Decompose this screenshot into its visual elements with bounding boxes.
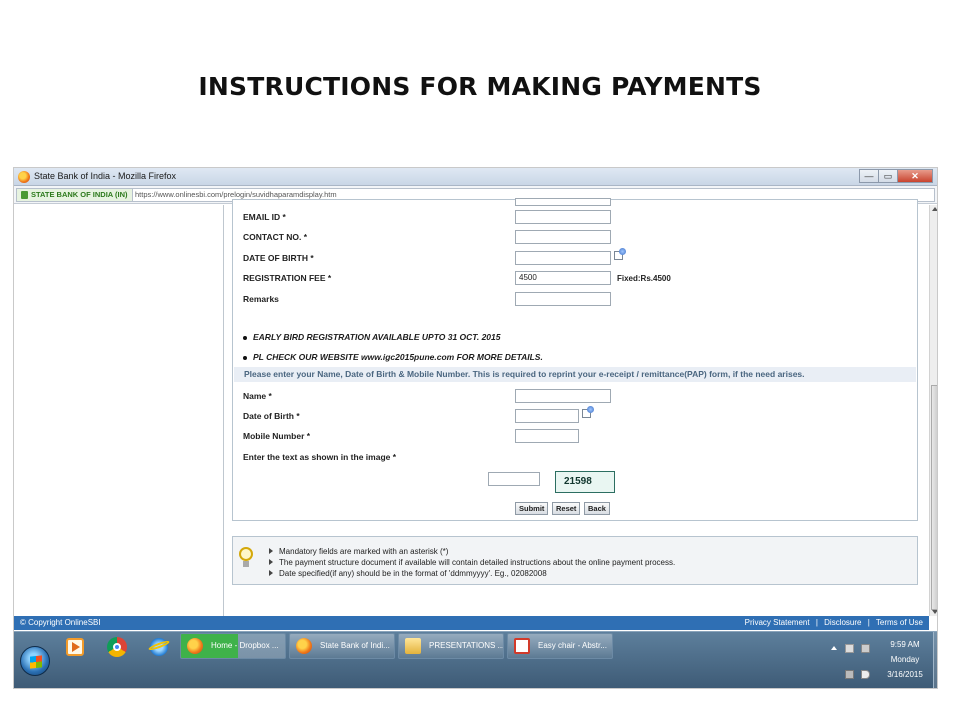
info-item: Mandatory fields are marked with an aste… (269, 547, 448, 556)
slide-title: INSTRUCTIONS FOR MAKING PAYMENTS (198, 72, 762, 101)
firefox-icon (18, 171, 30, 183)
media-player-icon[interactable] (64, 636, 86, 658)
close-button[interactable]: ✕ (897, 169, 933, 183)
remarks-label: Remarks (243, 294, 279, 304)
calendar-icon[interactable] (614, 248, 626, 260)
clock-date: 3/16/2015 (887, 670, 923, 679)
clock[interactable]: 9:59 AM Monday 3/16/2015 (879, 637, 931, 682)
clock-day: Monday (890, 655, 920, 664)
window-controls: — ▭ ✕ (859, 169, 933, 184)
mobile-field[interactable] (515, 429, 579, 443)
minimize-button[interactable]: — (859, 169, 879, 183)
lock-icon (21, 191, 28, 199)
taskbar-item[interactable]: Home - Dropbox ... (180, 633, 286, 659)
contact-field[interactable] (515, 230, 611, 244)
bullet-item: PL CHECK OUR WEBSITE www.igc2015pune.com… (243, 352, 543, 362)
email-field[interactable] (515, 210, 611, 224)
submit-button[interactable]: Submit (515, 502, 549, 515)
flag-icon[interactable] (845, 644, 854, 653)
footer-links: Privacy Statement | Disclosure | Terms o… (745, 616, 923, 630)
disclosure-link[interactable]: Disclosure (824, 618, 861, 627)
footer-separator: | (815, 618, 818, 627)
page-content: EMAIL ID * CONTACT NO. * DATE OF BIRTH *… (14, 198, 929, 616)
info-item: Date specified(if any) should be in the … (269, 569, 547, 578)
battery-icon[interactable] (861, 644, 870, 653)
reprint-note: Please enter your Name, Date of Birth & … (234, 367, 916, 382)
bullet-item: EARLY BIRD REGISTRATION AVAILABLE UPTO 3… (243, 332, 500, 342)
reprint-dob-label: Date of Birth * (243, 411, 300, 421)
site-identity-label: STATE BANK OF INDIA (IN) (31, 190, 128, 199)
name-field[interactable] (515, 389, 611, 403)
remarks-field[interactable] (515, 292, 611, 306)
volume-icon[interactable] (861, 670, 870, 679)
info-item: The payment structure document if availa… (269, 558, 675, 567)
name-label: Name * (243, 391, 272, 401)
window-title: State Bank of India - Mozilla Firefox (34, 171, 177, 181)
dob-label: DATE OF BIRTH * (243, 253, 314, 263)
show-desktop-button[interactable] (933, 632, 937, 688)
chrome-icon[interactable] (106, 636, 128, 658)
previous-field-input[interactable] (515, 198, 611, 206)
restore-button[interactable]: ▭ (878, 169, 898, 183)
dob-field[interactable] (515, 251, 611, 265)
vertical-scrollbar[interactable] (929, 205, 937, 616)
payment-form: EMAIL ID * CONTACT NO. * DATE OF BIRTH *… (232, 198, 918, 521)
scroll-up-icon[interactable] (932, 207, 937, 211)
left-panel (14, 205, 224, 616)
pdf-icon (514, 638, 530, 654)
mobile-label: Mobile Number * (243, 431, 311, 441)
windows-flag-icon (30, 655, 42, 669)
back-button[interactable]: Back (584, 502, 610, 515)
firefox-icon (187, 638, 203, 654)
clock-time: 9:59 AM (890, 640, 920, 649)
tray-expand-icon[interactable] (831, 646, 837, 650)
copyright-text: © Copyright OnlineSBI (20, 618, 101, 627)
reg-fee-label: REGISTRATION FEE * (243, 273, 332, 283)
window-titlebar: State Bank of India - Mozilla Firefox — … (14, 168, 937, 186)
contact-label: CONTACT NO. * (243, 232, 308, 242)
start-button[interactable] (20, 646, 50, 676)
lightbulb-icon (239, 547, 253, 569)
site-identity-badge[interactable]: STATE BANK OF INDIA (IN) (17, 189, 133, 201)
terms-link[interactable]: Terms of Use (876, 618, 923, 627)
taskbar-item[interactable]: Easy chair - Abstr... (507, 633, 613, 659)
scroll-down-icon[interactable] (932, 610, 937, 614)
captcha-label: Enter the text as shown in the image * (243, 452, 397, 462)
privacy-link[interactable]: Privacy Statement (745, 618, 810, 627)
taskbar-item[interactable]: State Bank of Indi... (289, 633, 395, 659)
captcha-image: 21598 (555, 471, 615, 493)
calendar-icon[interactable] (582, 406, 594, 418)
info-box: Mandatory fields are marked with an aste… (232, 536, 918, 585)
browser-screenshot: State Bank of India - Mozilla Firefox — … (13, 167, 938, 689)
reg-fee-field[interactable]: 4500 (515, 271, 611, 285)
network-icon[interactable] (845, 670, 854, 679)
footer-separator: | (867, 618, 870, 627)
internet-explorer-icon[interactable] (147, 636, 171, 658)
taskbar-item[interactable]: PRESENTATIONS ... (398, 633, 504, 659)
firefox-icon (296, 638, 312, 654)
captcha-input[interactable] (488, 472, 540, 486)
reset-button[interactable]: Reset (552, 502, 581, 515)
page-footer: © Copyright OnlineSBI Privacy Statement … (14, 616, 929, 630)
email-label: EMAIL ID * (243, 212, 286, 222)
fixed-fee-note: Fixed:Rs.4500 (617, 274, 671, 283)
folder-icon (405, 638, 421, 654)
system-tray: 9:59 AM Monday 3/16/2015 (827, 632, 937, 688)
scrollbar-thumb[interactable] (931, 385, 937, 610)
taskbar: Home - Dropbox ... State Bank of Indi...… (14, 631, 937, 688)
reprint-dob-field[interactable] (515, 409, 579, 423)
